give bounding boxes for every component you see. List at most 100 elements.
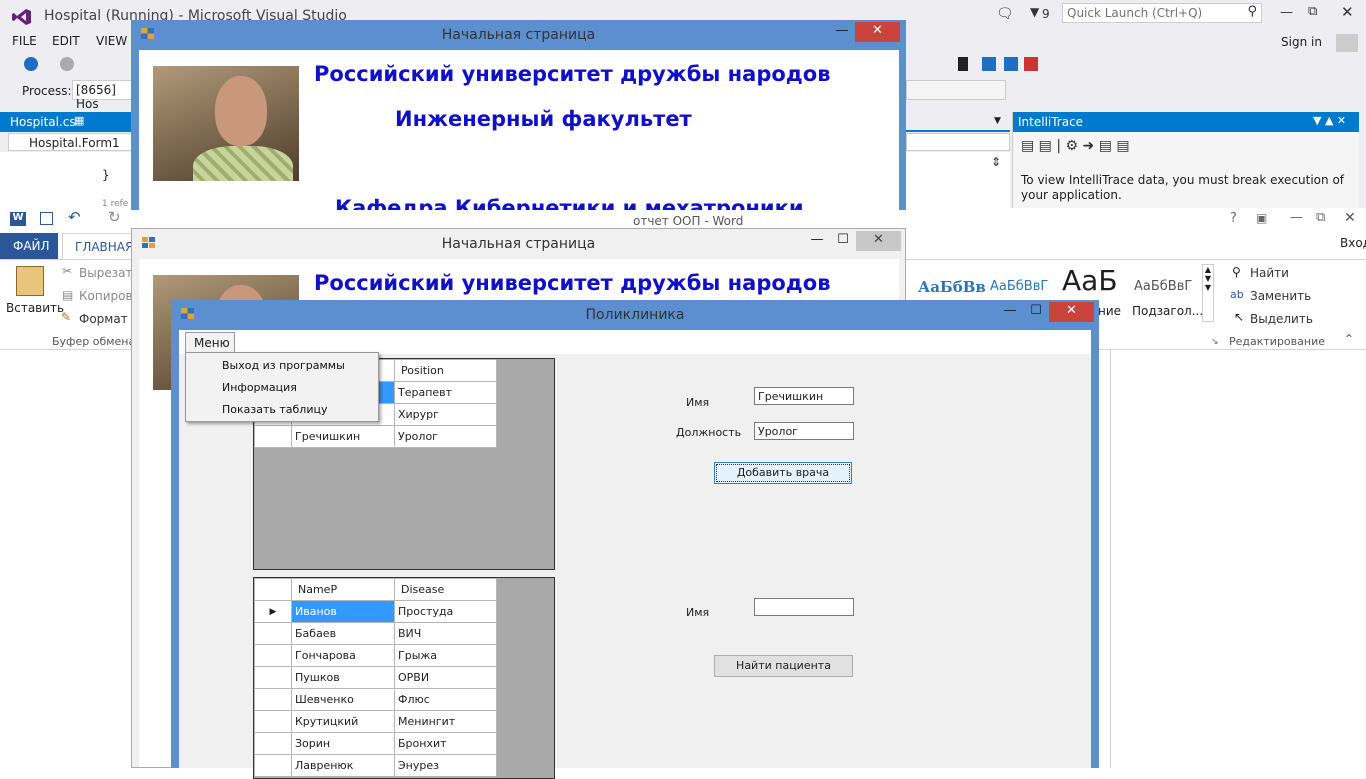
table-row[interactable]: Крутицкий Менингит (254, 710, 497, 733)
clear-bookmarks-icon[interactable] (1024, 57, 1038, 71)
doctors-col-position[interactable]: Position (394, 359, 497, 382)
step-over-icon[interactable] (1004, 57, 1018, 71)
table-row[interactable]: Пушков ОРВИ (254, 666, 497, 689)
doctor-position-cell[interactable]: Хирург (394, 403, 497, 426)
style-4[interactable]: АаБбВвГ (1134, 279, 1192, 294)
split-icon[interactable]: ⇕ (991, 155, 1001, 169)
redo-icon[interactable]: ↻ (108, 208, 121, 226)
help-icon[interactable]: ? (1230, 211, 1237, 226)
row-header[interactable] (254, 710, 292, 733)
styles-scroll[interactable]: ▲ ▼ ▼ (1202, 264, 1214, 322)
find-patient-button[interactable]: Найти пациента (714, 655, 853, 677)
table-row[interactable]: Шевченко Флюс (254, 688, 497, 711)
patient-disease-cell[interactable]: ОРВИ (394, 666, 497, 689)
doctor-name-input[interactable]: Гречишкин (754, 387, 854, 405)
patient-name-cell[interactable]: Бабаев (291, 622, 395, 645)
start-page-1-close-button[interactable]: ✕ (855, 22, 900, 42)
vs-menu-edit[interactable]: EDIT (52, 34, 80, 48)
patient-name-cell[interactable]: Зорин (291, 732, 395, 755)
editor-dropdown-arrow[interactable]: ▼ (994, 116, 1001, 126)
table-row[interactable]: Гречишкин Уролог (254, 425, 497, 448)
table-row[interactable]: ▶ Иванов Простуда (254, 600, 497, 623)
current-row-arrow-icon[interactable]: ▶ (254, 600, 292, 623)
table-row[interactable]: Лавренюк Энурез (254, 754, 497, 777)
vs-close-button[interactable]: ✕ (1341, 3, 1354, 21)
patient-disease-cell[interactable]: ВИЧ (394, 622, 497, 645)
doctor-position-input[interactable]: Уролог (754, 422, 854, 440)
patient-name-cell[interactable]: Шевченко (291, 688, 395, 711)
word-tab-home[interactable]: ГЛАВНАЯ (62, 233, 134, 259)
document-page[interactable] (1110, 350, 1111, 768)
member-combo[interactable] (906, 133, 1010, 151)
clinic-minimize-button[interactable]: — (997, 302, 1023, 322)
account-icon[interactable] (1336, 34, 1358, 52)
patient-name-input[interactable] (754, 598, 854, 616)
patient-name-cell[interactable]: Крутицкий (291, 710, 395, 733)
row-header[interactable] (254, 754, 292, 777)
patient-name-cell[interactable]: Иванов (291, 600, 395, 623)
menu-item-info[interactable]: Информация (222, 381, 297, 394)
paste-icon[interactable] (16, 266, 44, 296)
stack-frame-combo[interactable] (906, 80, 1006, 100)
paste-label[interactable]: Вставить (6, 301, 64, 315)
table-row[interactable]: Бабаев ВИЧ (254, 622, 497, 645)
word-close-button[interactable]: ✕ (1344, 210, 1356, 226)
add-doctor-button[interactable]: Добавить врача (714, 462, 852, 484)
select-label[interactable]: Выделить (1250, 312, 1313, 326)
clinic-close-button[interactable]: ✕ (1049, 302, 1094, 322)
word-minimize-button[interactable]: — (1290, 210, 1303, 225)
menu-item-exit[interactable]: Выход из программы (222, 359, 345, 372)
collapse-ribbon-icon[interactable]: ⌃ (1344, 332, 1354, 346)
word-tab-file[interactable]: ФАЙЛ (0, 233, 58, 259)
table-row[interactable]: Зорин Бронхит (254, 732, 497, 755)
vs-menu-file[interactable]: FILE (12, 34, 37, 48)
row-header[interactable] (254, 688, 292, 711)
save-icon[interactable] (40, 212, 53, 225)
doctor-name-cell[interactable]: Гречишкин (291, 425, 395, 448)
quick-launch-input[interactable]: Quick Launch (Ctrl+Q) ⚲ (1062, 3, 1262, 23)
intellitrace-pin-icon[interactable]: ▼ ▲ ✕ (1313, 114, 1346, 127)
menu-item-show-table[interactable]: Показать таблицу (222, 403, 327, 416)
start-page-2-close-button[interactable]: ✕ (856, 231, 901, 251)
patient-name-cell[interactable]: Гончарова (291, 644, 395, 667)
patient-disease-cell[interactable]: Флюс (394, 688, 497, 711)
find-label[interactable]: Найти (1250, 266, 1289, 280)
step-icon[interactable] (982, 57, 996, 71)
bookmark-icon[interactable] (958, 57, 968, 71)
start-page-2-minimize-button[interactable]: — (804, 231, 830, 251)
back-icon[interactable] (24, 57, 38, 71)
row-header[interactable] (254, 644, 292, 667)
patients-col-disease[interactable]: Disease (394, 578, 497, 601)
table-row[interactable]: Гончарова Грыжа (254, 644, 497, 667)
vs-menu-view[interactable]: VIEW (96, 34, 127, 48)
styles-dialog-icon[interactable]: ↘ (1211, 337, 1219, 347)
ribbon-display-icon[interactable]: ▣ (1256, 211, 1267, 225)
row-header[interactable] (254, 666, 292, 689)
forward-icon[interactable] (60, 57, 74, 71)
replace-label[interactable]: Заменить (1250, 289, 1311, 303)
style-1[interactable]: АаБбВв (918, 278, 986, 296)
patient-disease-cell[interactable]: Бронхит (394, 732, 497, 755)
patient-disease-cell[interactable]: Простуда (394, 600, 497, 623)
class-combo[interactable]: Hospital.Form1 (8, 133, 136, 151)
patient-disease-cell[interactable]: Грыжа (394, 644, 497, 667)
doctor-position-cell[interactable]: Уролог (394, 425, 497, 448)
patient-name-cell[interactable]: Лавренюк (291, 754, 395, 777)
patient-name-cell[interactable]: Пушков (291, 666, 395, 689)
patients-grid[interactable]: NameP Disease ▶ Иванов Простуда Бабаев В… (253, 577, 555, 779)
doctor-position-cell[interactable]: Терапевт (394, 381, 497, 404)
process-combo[interactable]: [8656] Hos (72, 80, 132, 111)
start-page-2-maximize-button[interactable]: ☐ (830, 231, 856, 251)
word-restore-button[interactable]: ⧉ (1316, 210, 1325, 225)
patients-col-name[interactable]: NameP (291, 578, 395, 601)
vs-sign-in[interactable]: Sign in (1281, 35, 1322, 49)
word-sign-in[interactable]: Вход (1340, 236, 1366, 250)
start-page-1-minimize-button[interactable]: — (829, 22, 855, 42)
row-header[interactable] (254, 622, 292, 645)
vs-restore-button[interactable]: ⧉ (1308, 4, 1317, 19)
filter-icon[interactable]: ▼ (1030, 5, 1039, 19)
notification-icon[interactable]: 🗨 (996, 6, 1014, 22)
patients-table[interactable]: NameP Disease ▶ Иванов Простуда Бабаев В… (254, 578, 497, 777)
row-header[interactable] (254, 732, 292, 755)
vs-minimize-button[interactable]: — (1280, 5, 1293, 20)
